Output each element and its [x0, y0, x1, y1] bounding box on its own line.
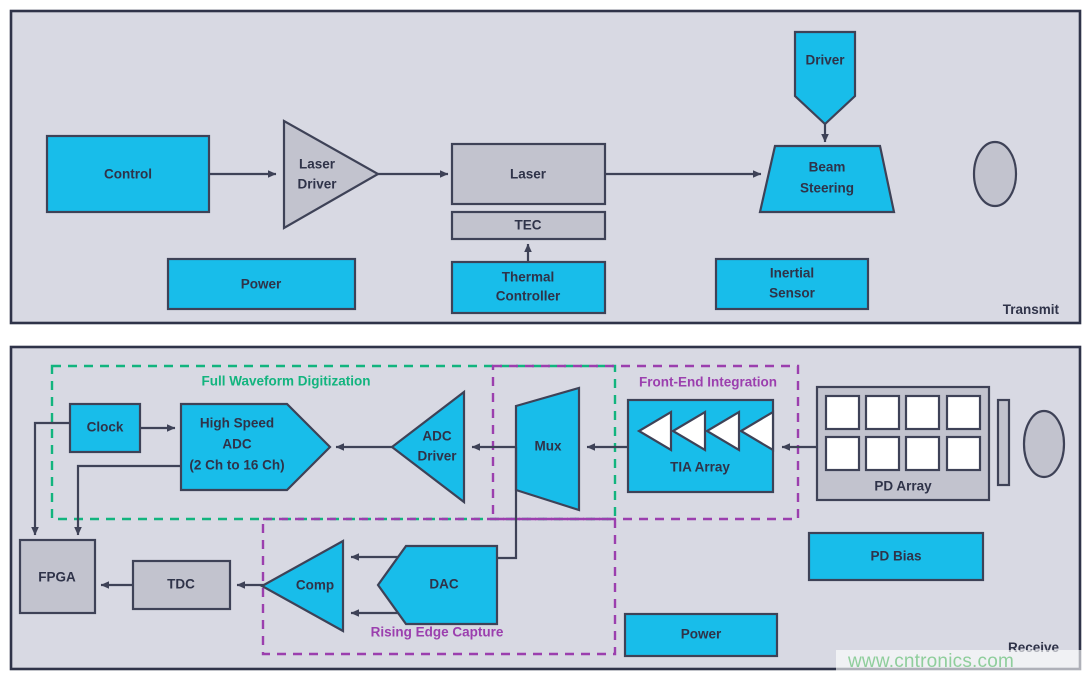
block-adc-label-3: (2 Ch to 16 Ch)	[189, 458, 284, 473]
block-tdc-label: TDC	[167, 577, 195, 592]
pd-cell-3	[904, 394, 941, 431]
block-adc-label-1: High Speed	[200, 416, 274, 431]
block-laser-label: Laser	[510, 167, 547, 182]
block-diagram: Control Laser Driver Laser TEC Thermal C…	[9, 9, 1082, 671]
block-driver-label: Driver	[805, 53, 845, 68]
pd-cell-6	[864, 435, 901, 472]
block-inertial-sensor-label-2: Sensor	[769, 286, 816, 301]
pd-cell-7	[904, 435, 941, 472]
block-beam-steering-label-1: Beam	[809, 160, 846, 175]
block-inertial-sensor-label-1: Inertial	[770, 266, 814, 281]
group-full-waveform-label: Full Waveform Digitization	[201, 374, 370, 389]
pd-cell-1	[824, 394, 861, 431]
block-adc-driver-label-1: ADC	[422, 429, 451, 444]
block-receive-power-label: Power	[681, 627, 722, 642]
block-tec-label: TEC	[515, 218, 542, 233]
block-laser-driver-label-1: Laser	[299, 157, 336, 172]
block-dac-label: DAC	[429, 577, 458, 592]
optical-filter-icon	[996, 398, 1011, 487]
block-beam-steering-label-2: Steering	[800, 181, 854, 196]
block-comp-label: Comp	[296, 578, 334, 593]
group-rising-edge-label: Rising Edge Capture	[371, 625, 504, 640]
block-tia-array-label: TIA Array	[670, 460, 730, 475]
block-pd-bias-label: PD Bias	[870, 549, 921, 564]
block-pd-array-label: PD Array	[874, 479, 932, 494]
block-thermal-controller-label-2: Controller	[496, 289, 561, 304]
diagram-canvas: Control Laser Driver Laser TEC Thermal C…	[0, 0, 1091, 679]
block-mux-label: Mux	[535, 439, 562, 454]
pd-cell-4	[945, 394, 982, 431]
block-control-label: Control	[104, 167, 152, 182]
watermark: www.cntronics.com	[836, 650, 1091, 679]
pd-cell-5	[824, 435, 861, 472]
block-adc-driver-label-2: Driver	[417, 449, 457, 464]
transmit-corner-label: Transmit	[1003, 302, 1060, 317]
block-adc-label-2: ADC	[222, 437, 251, 452]
block-laser-driver-label-2: Driver	[297, 177, 337, 192]
pd-cell-2	[864, 394, 901, 431]
block-beam-steering[interactable]	[758, 144, 896, 214]
block-clock-label: Clock	[87, 420, 124, 435]
group-front-end-label: Front-End Integration	[639, 375, 777, 390]
block-transmit-power-label: Power	[241, 277, 282, 292]
watermark-text: www.cntronics.com	[848, 651, 1014, 672]
block-thermal-controller-label-1: Thermal	[502, 270, 555, 285]
pd-cell-8	[945, 435, 982, 472]
receive-lens-icon	[1022, 409, 1066, 479]
transmit-lens-icon	[972, 140, 1018, 208]
block-fpga-label: FPGA	[38, 570, 76, 585]
